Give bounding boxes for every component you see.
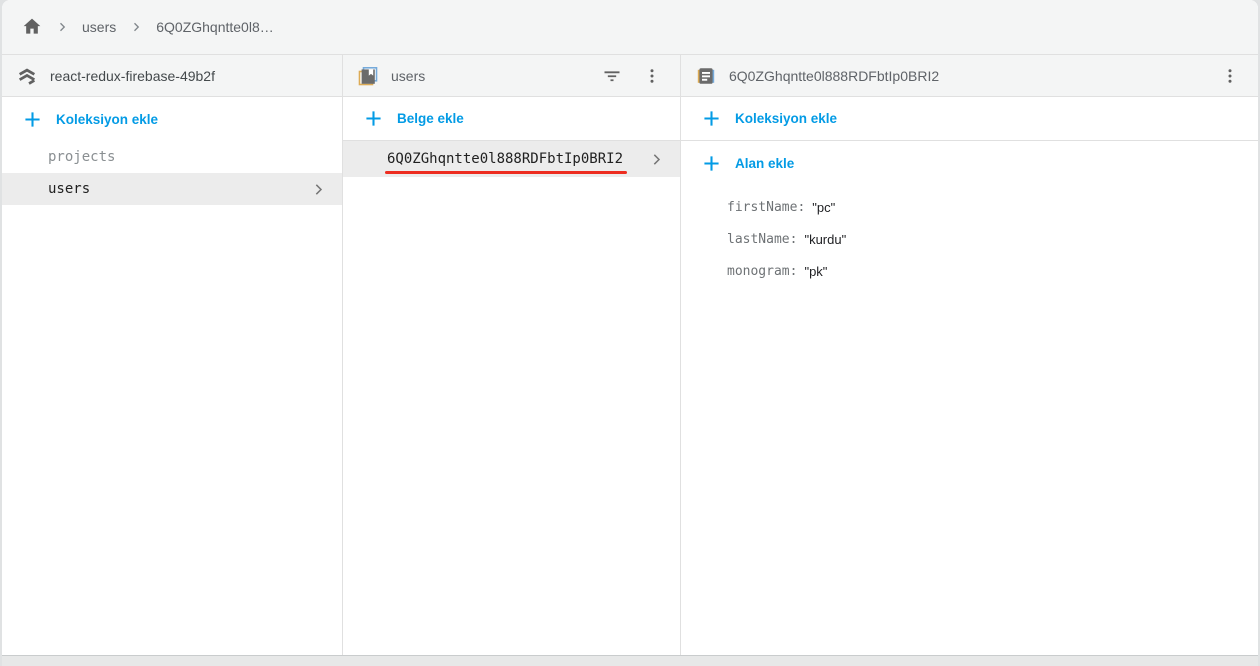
collection-icon: [357, 65, 379, 87]
plus-icon: [703, 110, 720, 127]
chevron-right-icon: [311, 182, 326, 197]
breadcrumb-item-users[interactable]: users: [82, 19, 116, 35]
chevron-right-icon: [56, 21, 68, 33]
field-value: "kurdu": [804, 231, 847, 247]
database-panel: react-redux-firebase-49b2f Koleksiyon ek…: [2, 55, 343, 655]
add-document-button[interactable]: Belge ekle: [343, 97, 680, 141]
horizontal-scrollbar[interactable]: [2, 655, 1258, 666]
field-value: "pk": [804, 263, 828, 279]
chevron-right-icon: [130, 21, 142, 33]
add-document-label: Belge ekle: [397, 111, 464, 126]
collection-panel: users Belge ekle 6Q0ZGhqntte0l888RDFbtIp…: [343, 55, 681, 655]
collection-row-projects[interactable]: projects: [2, 141, 342, 173]
annotation-underline: [385, 170, 628, 174]
plus-icon: [365, 110, 382, 127]
field-row-monogram[interactable]: monogram: "pk": [727, 255, 1258, 287]
add-subcollection-button[interactable]: Koleksiyon ekle: [681, 97, 1258, 141]
collection-title: users: [391, 67, 426, 84]
fields-list: firstName: "pc" lastName: "kurdu" monogr…: [681, 185, 1258, 287]
field-row-lastName[interactable]: lastName: "kurdu": [727, 223, 1258, 255]
plus-icon: [703, 155, 720, 172]
field-row-firstName[interactable]: firstName: "pc": [727, 191, 1258, 223]
document-title: 6Q0ZGhqntte0l888RDFbtIp0BRI2: [729, 67, 940, 84]
document-icon: [695, 65, 717, 87]
plus-icon: [24, 111, 41, 128]
add-collection-button[interactable]: Koleksiyon ekle: [2, 97, 342, 141]
add-field-label: Alan ekle: [735, 155, 795, 171]
database-panel-header: react-redux-firebase-49b2f: [2, 55, 342, 97]
collection-panel-header: users: [343, 55, 680, 97]
collection-row-users[interactable]: users: [2, 173, 342, 205]
add-collection-label: Koleksiyon ekle: [56, 111, 159, 127]
add-subcollection-label: Koleksiyon ekle: [735, 111, 838, 126]
field-value: "pc": [812, 199, 836, 215]
more-vertical-icon[interactable]: [638, 62, 666, 90]
document-id: 6Q0ZGhqntte0l888RDFbtIp0BRI2: [387, 151, 624, 167]
filter-icon[interactable]: [598, 62, 626, 90]
field-name: monogram: [727, 263, 790, 279]
field-name: firstName: [727, 199, 798, 215]
add-field-button[interactable]: Alan ekle: [681, 141, 1258, 185]
database-title: react-redux-firebase-49b2f: [50, 67, 215, 84]
panels-container: react-redux-firebase-49b2f Koleksiyon ek…: [2, 55, 1258, 655]
breadcrumb: users 6Q0ZGhqntte0l8…: [2, 0, 1258, 55]
document-panel-header: 6Q0ZGhqntte0l888RDFbtIp0BRI2: [681, 55, 1258, 97]
firestore-panel-card: users 6Q0ZGhqntte0l8… react-redux-fireba…: [2, 0, 1258, 666]
document-panel: 6Q0ZGhqntte0l888RDFbtIp0BRI2 Koleksiyon …: [681, 55, 1258, 655]
document-row[interactable]: 6Q0ZGhqntte0l888RDFbtIp0BRI2: [343, 141, 680, 177]
firestore-database-icon: [16, 65, 38, 87]
field-name: lastName: [727, 231, 790, 247]
home-icon[interactable]: [22, 17, 42, 37]
breadcrumb-item-document[interactable]: 6Q0ZGhqntte0l8…: [156, 19, 274, 35]
more-vertical-icon[interactable]: [1216, 62, 1244, 90]
chevron-right-icon: [649, 152, 664, 167]
